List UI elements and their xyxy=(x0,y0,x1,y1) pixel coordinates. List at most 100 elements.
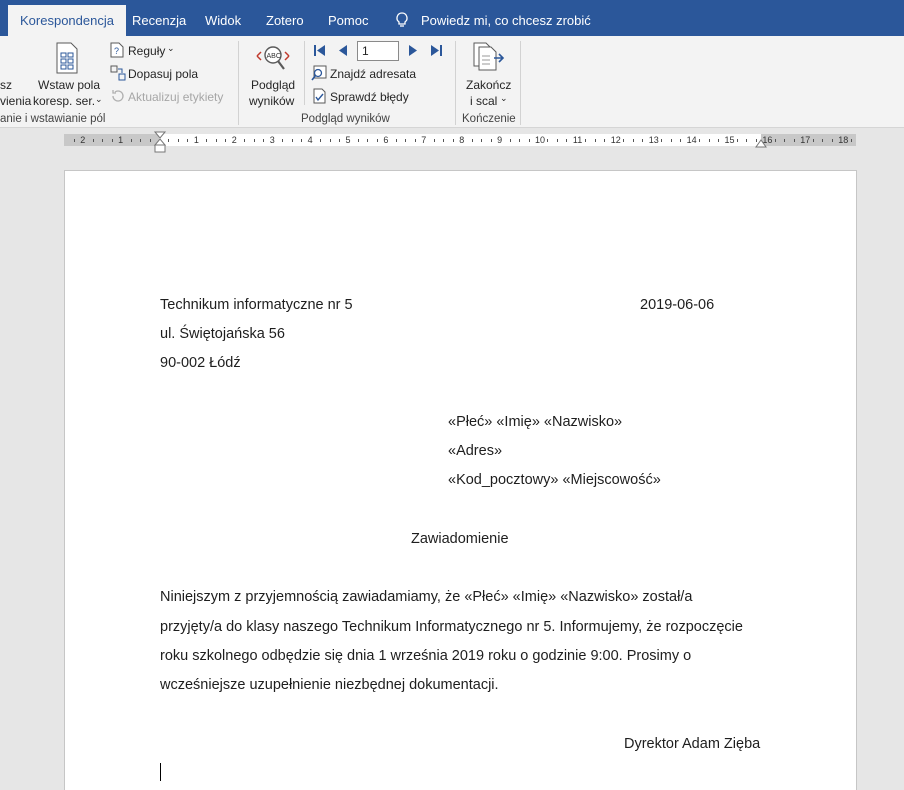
first-record-icon[interactable] xyxy=(313,44,326,57)
chevron-down-icon[interactable]: ⌄ xyxy=(95,94,103,105)
rules-icon[interactable]: ? xyxy=(110,42,124,58)
ruler-number: 15 xyxy=(724,135,735,145)
ruler-tick xyxy=(434,139,435,142)
record-number-input[interactable]: 1 xyxy=(357,41,399,61)
ruler-tick xyxy=(282,139,283,142)
sender-street: ul. Świętojańska 56 xyxy=(160,326,285,342)
ruler-number: 5 xyxy=(345,135,351,145)
last-record-icon[interactable] xyxy=(430,44,443,57)
preview-results-label1[interactable]: Podgląd xyxy=(251,78,295,92)
tab-widok[interactable]: Widok xyxy=(193,5,253,36)
recipient-name-fields: «Płeć» «Imię» «Nazwisko» xyxy=(448,414,623,430)
ruler-tick xyxy=(510,139,511,142)
match-fields-button[interactable]: Dopasuj pola xyxy=(128,67,198,81)
ruler-tick xyxy=(566,139,567,142)
ruler-number: 1 xyxy=(118,135,124,145)
ruler-tick xyxy=(415,139,416,142)
ruler-number: 18 xyxy=(838,135,849,145)
ruler-tick xyxy=(604,139,605,142)
group-separator xyxy=(455,41,456,125)
recipient-postal-city-fields: «Kod_pocztowy» «Miejscowość» xyxy=(448,472,661,488)
ruler-tick xyxy=(330,139,331,142)
ruler-number: 3 xyxy=(269,135,275,145)
preview-results-icon[interactable]: ABC xyxy=(255,44,291,72)
body-line: roku szkolnego odbędzie się dnia 1 wrześ… xyxy=(160,648,692,664)
insert-merge-field-icon[interactable] xyxy=(55,42,79,74)
ruler-tick xyxy=(547,139,548,142)
finish-merge-label2[interactable]: i scal xyxy=(470,94,497,108)
tab-zotero[interactable]: Zotero xyxy=(254,5,316,36)
insert-merge-field-label1[interactable]: Wstaw pola xyxy=(38,78,100,92)
body-line: przyjęty/a do klasy naszego Technikum In… xyxy=(160,619,743,635)
tab-recenzja[interactable]: Recenzja xyxy=(120,5,198,36)
right-indent-marker[interactable] xyxy=(755,138,767,148)
tell-me-search[interactable]: Powiedz mi, co chcesz zrobić xyxy=(409,5,603,36)
recipient-address-field: «Adres» xyxy=(448,443,503,459)
ruler-number: 10 xyxy=(535,135,546,145)
ruler-tick xyxy=(832,139,833,142)
ruler-tick xyxy=(529,139,530,142)
find-recipient-button[interactable]: Znajdź adresata xyxy=(330,67,416,81)
ruler-tick xyxy=(623,139,624,142)
group-separator xyxy=(238,41,239,125)
highlight-fields-button-label2[interactable]: vienia xyxy=(0,94,31,108)
update-labels-button[interactable]: Aktualizuj etykiety xyxy=(128,90,223,104)
letter-date: 2019-06-06 xyxy=(640,297,715,313)
ruler-number: 12 xyxy=(610,135,621,145)
ruler-tick xyxy=(813,139,814,142)
ruler-tick xyxy=(405,139,406,142)
ruler-number: 8 xyxy=(459,135,465,145)
highlight-fields-button-label1[interactable]: sz xyxy=(0,78,12,92)
tab-pomoc[interactable]: Pomoc xyxy=(316,5,380,36)
find-recipient-icon[interactable] xyxy=(311,65,327,81)
check-errors-button[interactable]: Sprawdź błędy xyxy=(330,90,409,104)
ribbon-tab-bar: Korespondencja Recenzja Widok Zotero Pom… xyxy=(0,0,904,36)
ruler-tick xyxy=(453,139,454,142)
chevron-down-icon[interactable]: ⌄ xyxy=(167,43,175,54)
ruler-tick xyxy=(93,139,94,142)
ruler-number: 2 xyxy=(231,135,237,145)
body-line: Niniejszym z przyjemnością zawiadamiamy,… xyxy=(160,589,693,605)
next-record-icon[interactable] xyxy=(408,44,418,57)
ruler-number: 14 xyxy=(686,135,697,145)
sender-city: 90-002 Łódź xyxy=(160,355,241,371)
ruler-tick xyxy=(784,139,785,142)
ruler-tick xyxy=(225,139,226,142)
ruler-tick xyxy=(74,139,75,142)
ruler-number: 11 xyxy=(572,135,583,145)
ruler-tick xyxy=(367,139,368,142)
update-labels-icon[interactable] xyxy=(110,88,126,104)
ruler-tick xyxy=(358,139,359,142)
ruler-tick xyxy=(595,139,596,142)
ruler-tick xyxy=(187,139,188,142)
match-fields-icon[interactable] xyxy=(110,65,126,81)
ruler-tick xyxy=(585,139,586,142)
ruler-tick xyxy=(339,139,340,142)
tab-korespondencja[interactable]: Korespondencja xyxy=(8,5,126,36)
insert-merge-field-label2[interactable]: koresp. ser. xyxy=(33,94,95,108)
ruler-tick xyxy=(680,139,681,142)
svg-text:?: ? xyxy=(114,46,119,56)
ruler-number: 9 xyxy=(497,135,503,145)
ruler-tick xyxy=(216,139,217,142)
svg-text:ABC: ABC xyxy=(267,53,281,60)
signature: Dyrektor Adam Zięba xyxy=(624,736,761,752)
ruler-tick xyxy=(150,139,151,142)
group-label-preview: Podgląd wyników xyxy=(301,113,390,125)
finish-merge-label1[interactable]: Zakończ xyxy=(466,78,511,92)
check-errors-icon[interactable] xyxy=(311,88,327,104)
ruler-number: 6 xyxy=(383,135,389,145)
inner-separator xyxy=(304,41,305,105)
first-line-indent-marker[interactable] xyxy=(154,131,166,153)
ruler-tick xyxy=(481,139,482,142)
group-separator xyxy=(520,41,521,125)
chevron-down-icon[interactable]: ⌄ xyxy=(500,93,508,104)
ruler-tick xyxy=(491,139,492,142)
previous-record-icon[interactable] xyxy=(338,44,348,57)
finish-merge-icon[interactable] xyxy=(472,42,506,72)
ruler-tick xyxy=(112,139,113,142)
lightbulb-icon[interactable] xyxy=(395,12,409,28)
preview-results-label2[interactable]: wyników xyxy=(249,94,294,108)
rules-button[interactable]: Reguły xyxy=(128,44,165,58)
body-line: wcześniejsze uzupełnienie niezbędnej dok… xyxy=(160,677,499,693)
